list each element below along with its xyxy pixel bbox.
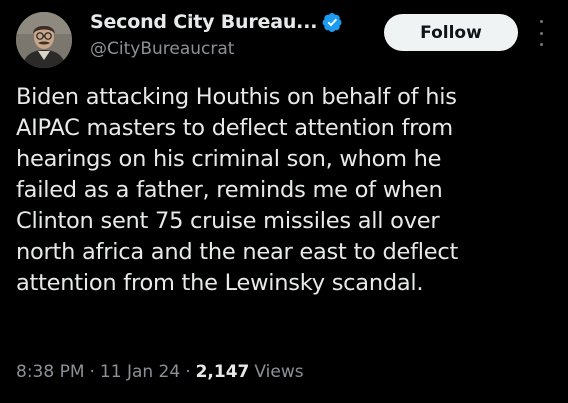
author-info: Second City Bureau... @CityBureaucrat xyxy=(90,8,390,59)
more-vertical-icon[interactable] xyxy=(534,20,548,46)
views-label[interactable]: Views xyxy=(254,362,303,382)
dot xyxy=(539,43,543,46)
views-count[interactable]: 2,147 xyxy=(196,362,250,382)
dot xyxy=(539,31,543,35)
avatar[interactable] xyxy=(16,12,72,68)
handle[interactable]: @CityBureaucrat xyxy=(90,39,390,59)
tweet-meta: 8:38 PM · 11 Jan 24 · 2,147 Views xyxy=(16,362,304,382)
display-name[interactable]: Second City Bureau... xyxy=(90,11,317,33)
follow-button[interactable]: Follow xyxy=(384,14,518,51)
verified-badge-icon[interactable] xyxy=(322,12,343,33)
tweet-date[interactable]: 11 Jan 24 xyxy=(100,362,180,382)
display-name-row: Second City Bureau... xyxy=(90,8,390,36)
tweet-text: Biden attacking Houthis on behalf of his… xyxy=(16,84,459,296)
avatar-image xyxy=(16,12,72,68)
tweet-time[interactable]: 8:38 PM xyxy=(16,362,85,382)
meta-separator: · xyxy=(89,362,95,382)
dot xyxy=(539,20,543,23)
meta-separator: · xyxy=(185,362,191,382)
tweet: Second City Bureau... @CityBureaucrat Fo… xyxy=(0,0,568,403)
